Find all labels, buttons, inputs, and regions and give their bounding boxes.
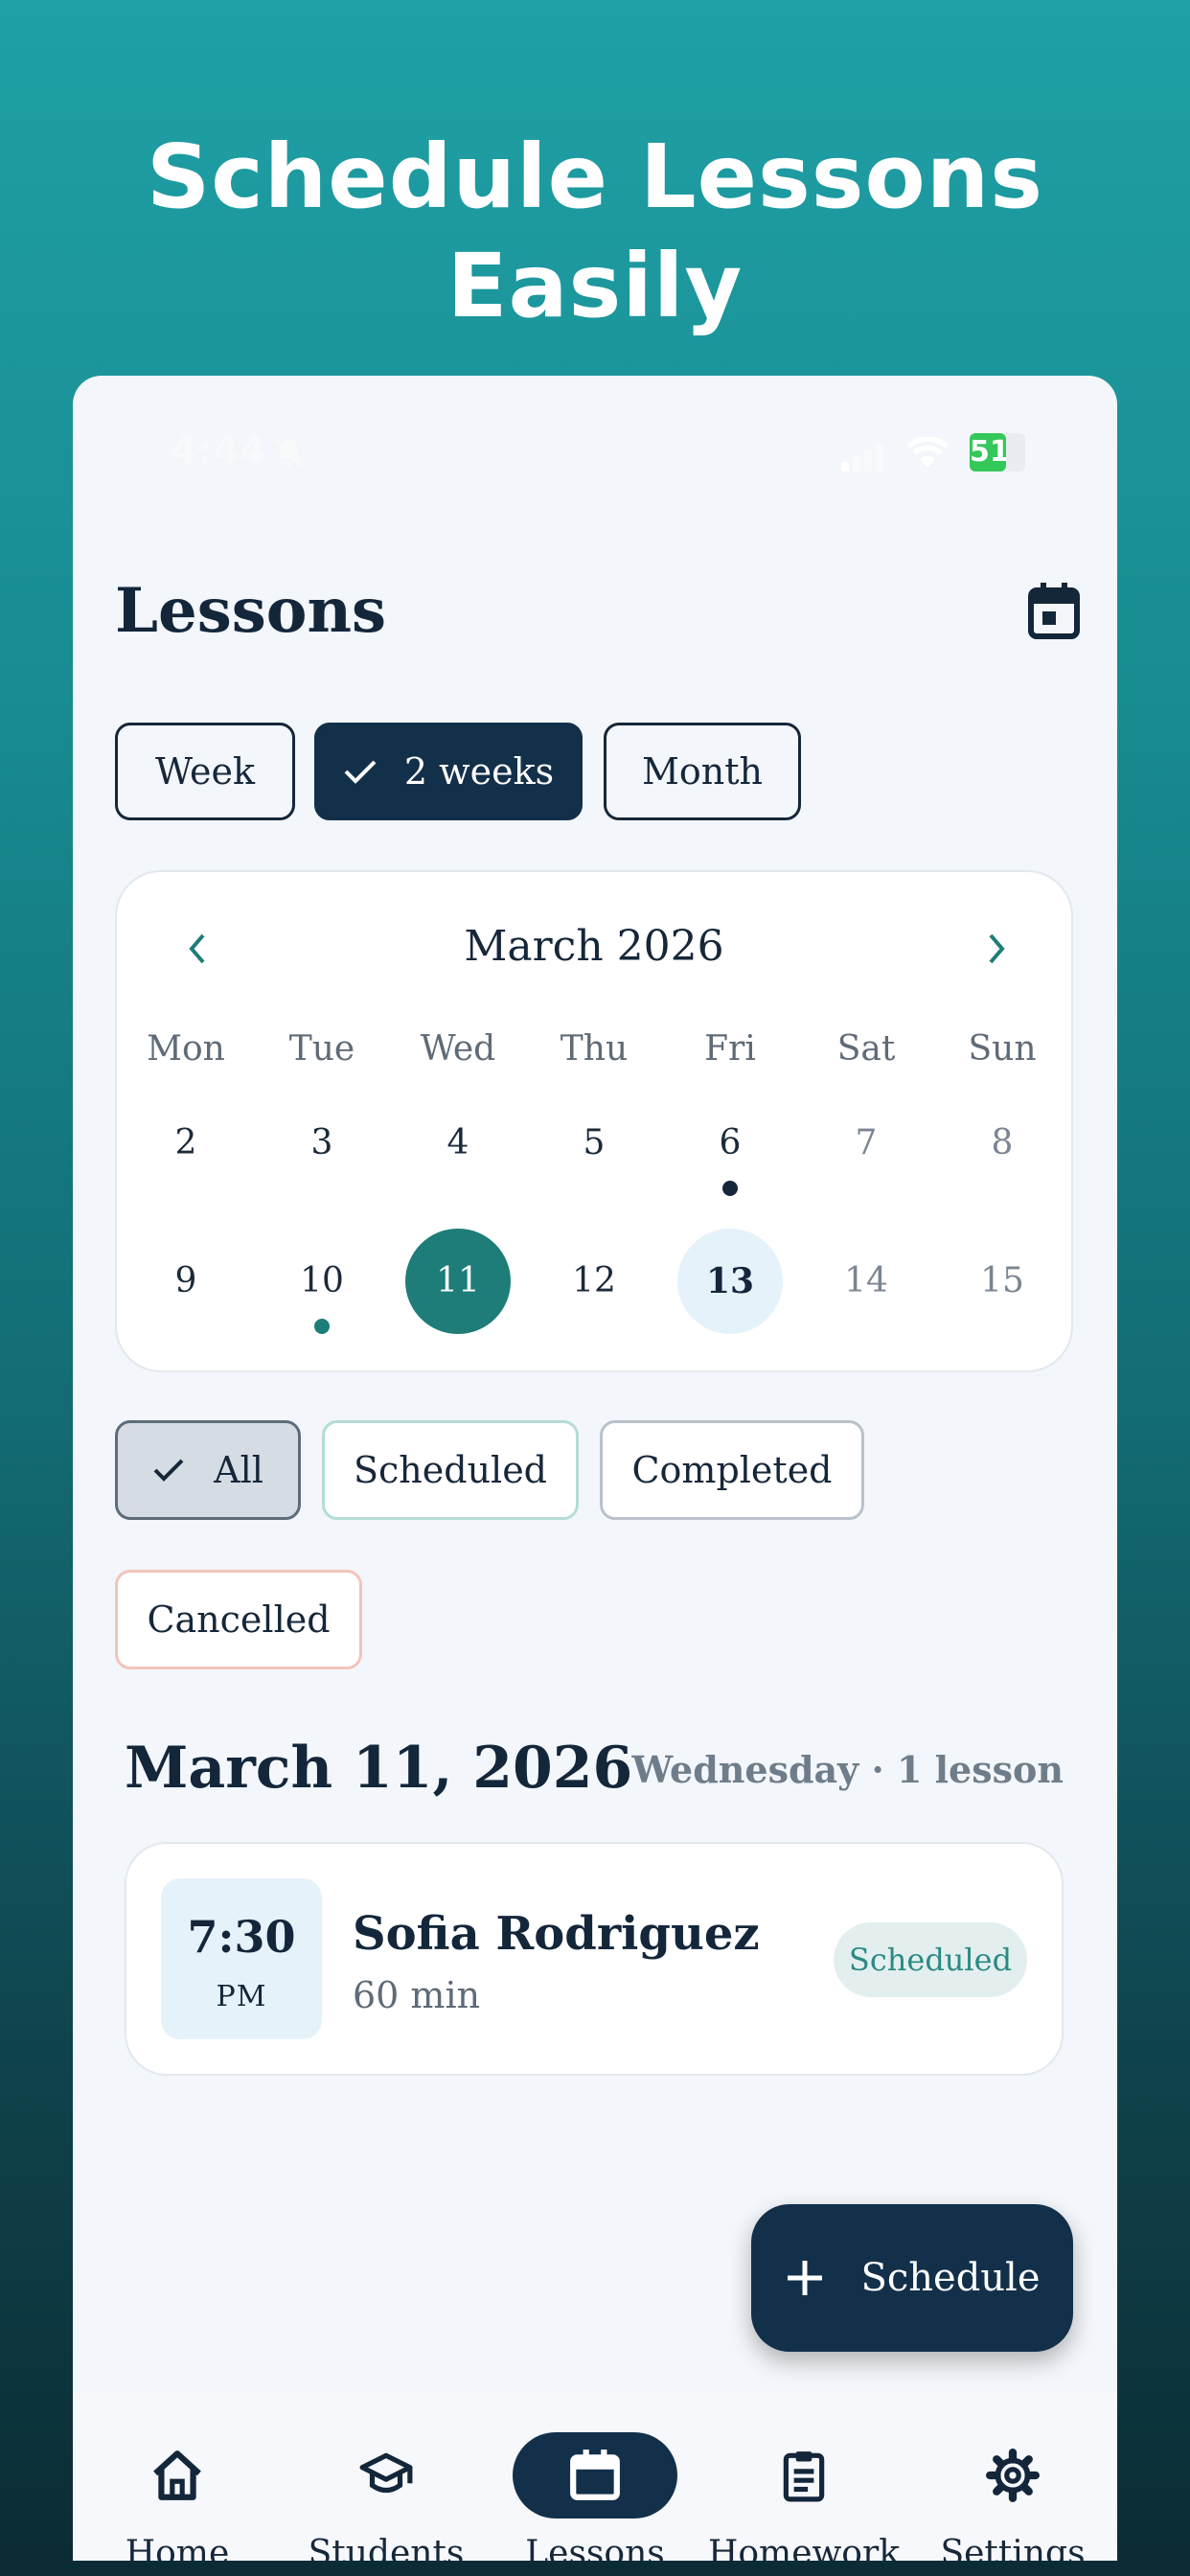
lesson-indicator-dot — [722, 1181, 738, 1196]
nav-label: Homework — [707, 2534, 901, 2561]
filter-chip-all[interactable]: All — [115, 1420, 301, 1520]
calendar-day[interactable]: 2 — [133, 1091, 239, 1196]
calendar-day[interactable]: 12 — [541, 1229, 647, 1334]
weekday-label: Mon — [147, 1029, 225, 1069]
filter-chip-scheduled[interactable]: Scheduled — [322, 1420, 579, 1520]
nav-item-lessons[interactable]: Lessons — [491, 2392, 699, 2561]
schedule-button-label: Schedule — [860, 2256, 1041, 2300]
plus-icon — [788, 2261, 823, 2295]
calendar-day[interactable]: 14 — [813, 1229, 919, 1334]
filter-chip-completed[interactable]: Completed — [600, 1420, 864, 1520]
promo-line-2: Easily — [446, 235, 744, 337]
nav-icon-container — [513, 2432, 677, 2518]
nav-item-home[interactable]: Home — [73, 2392, 282, 2561]
bell-muted-icon — [273, 438, 304, 469]
calendar-day[interactable]: 7 — [813, 1091, 919, 1196]
graduation-cap-icon — [359, 2452, 413, 2494]
check-icon — [153, 1459, 184, 1482]
range-tab-label: Week — [155, 750, 255, 793]
calendar-day-today[interactable]: 13 — [677, 1229, 783, 1334]
nav-label: Home — [125, 2534, 230, 2561]
filter-chip-label: Scheduled — [353, 1449, 548, 1491]
weekday-label: Thu — [560, 1029, 629, 1069]
nav-item-students[interactable]: Students — [282, 2392, 491, 2561]
range-tab-month[interactable]: Month — [604, 723, 801, 820]
calendar-day[interactable]: 15 — [950, 1229, 1055, 1334]
calendar-day[interactable]: 9 — [133, 1229, 239, 1334]
calendar-month-label: March 2026 — [464, 922, 724, 971]
battery-level: 51 — [970, 433, 1010, 472]
nav-icon-container — [721, 2432, 886, 2518]
status-bar: 4:44 51 — [73, 429, 1117, 477]
bottom-navigation: Home Students Lessons Homework Settings — [73, 2392, 1117, 2561]
calendar-icon — [570, 2450, 620, 2500]
lesson-student-name: Sofia Rodriguez — [353, 1907, 760, 1961]
weekday-label: Fri — [704, 1029, 756, 1069]
status-time: 4:44 — [171, 429, 266, 473]
battery-remaining — [1006, 433, 1025, 472]
calendar-card: March 2026 Mon Tue Wed Thu Fri Sat Sun 2… — [115, 870, 1073, 1372]
nav-label: Students — [308, 2534, 465, 2561]
weekday-label: Wed — [420, 1029, 496, 1069]
filter-chip-label: Completed — [631, 1449, 833, 1491]
nav-label: Lessons — [525, 2534, 665, 2561]
lesson-time-period: PM — [216, 1980, 267, 2013]
nav-icon-container — [930, 2432, 1095, 2518]
lesson-indicator-dot — [314, 1319, 330, 1334]
page-title: Lessons — [115, 575, 387, 647]
home-icon — [153, 2450, 201, 2500]
calendar-day[interactable]: 3 — [269, 1091, 375, 1196]
nav-label: Settings — [940, 2534, 1086, 2561]
calendar-day[interactable]: 4 — [405, 1091, 511, 1196]
status-badge: Scheduled — [834, 1922, 1027, 1997]
selected-date-meta: Wednesday · 1 lesson — [631, 1748, 1064, 1791]
filter-chip-label: All — [214, 1449, 263, 1491]
nav-icon-container — [95, 2432, 260, 2518]
weekday-label: Sun — [968, 1029, 1037, 1069]
weekday-label: Sat — [836, 1029, 896, 1069]
weekday-label: Tue — [288, 1029, 355, 1069]
nav-item-settings[interactable]: Settings — [908, 2392, 1117, 2561]
promo-headline: Schedule Lessons Easily — [0, 123, 1190, 341]
schedule-lesson-button[interactable]: Schedule — [751, 2204, 1073, 2352]
chevron-right-icon[interactable] — [983, 932, 1010, 966]
signal-icon — [841, 443, 883, 472]
range-tab-label: 2 weeks — [403, 750, 555, 793]
lesson-card[interactable]: 7:30 PM Sofia Rodriguez 60 min Scheduled — [125, 1842, 1064, 2076]
clipboard-icon — [783, 2451, 825, 2502]
range-tab-week[interactable]: Week — [115, 723, 295, 820]
nav-item-homework[interactable]: Homework — [699, 2392, 908, 2561]
promo-line-1: Schedule Lessons — [147, 126, 1043, 228]
calendar-day[interactable]: 8 — [950, 1091, 1055, 1196]
lesson-duration: 60 min — [353, 1974, 481, 2016]
calendar-day[interactable]: 5 — [541, 1091, 647, 1196]
phone-screen: 4:44 51 Lessons Week 2 weeks Month March… — [73, 376, 1117, 2561]
lesson-time: 7:30 — [187, 1911, 296, 1963]
battery-icon: 51 — [970, 433, 1031, 472]
range-tab-label: Month — [641, 750, 763, 793]
calendar-today-icon[interactable] — [1027, 583, 1081, 640]
gear-icon — [986, 2449, 1040, 2502]
filter-chip-label: Cancelled — [147, 1598, 331, 1641]
lesson-time-box: 7:30 PM — [161, 1878, 322, 2039]
filter-chip-cancelled[interactable]: Cancelled — [115, 1570, 362, 1669]
selected-date-heading: March 11, 2026 — [125, 1735, 633, 1802]
calendar-day-selected[interactable]: 11 — [405, 1229, 511, 1334]
check-icon — [344, 760, 377, 784]
nav-icon-container — [304, 2432, 469, 2518]
wifi-icon — [906, 437, 949, 468]
range-tab-2-weeks[interactable]: 2 weeks — [314, 723, 583, 820]
